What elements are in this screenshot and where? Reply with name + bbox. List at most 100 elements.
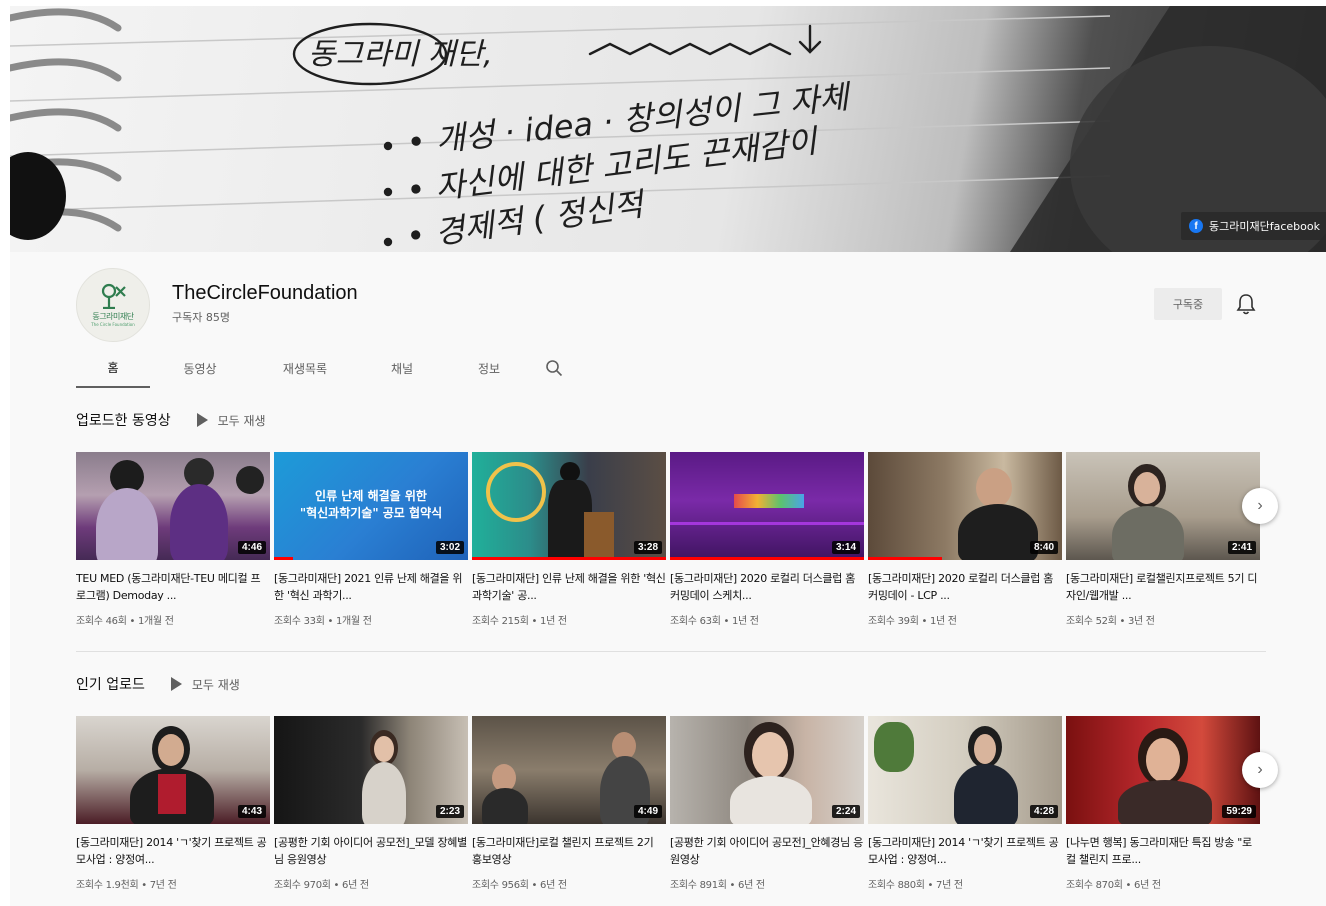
video-title[interactable]: TEU MED (동그라미재단-TEU 메디컬 프로그램) Demoday ..… [76, 570, 270, 604]
video-duration: 4:28 [1029, 805, 1058, 818]
channel-name: TheCircleFoundation [172, 282, 358, 304]
tab-search[interactable] [534, 348, 574, 388]
video-card[interactable]: 4:46 TEU MED (동그라미재단-TEU 메디컬 프로그램) Demod… [76, 452, 270, 627]
shelf-uploads-row: 4:46 TEU MED (동그라미재단-TEU 메디컬 프로그램) Demod… [76, 452, 1266, 642]
video-meta: 조회수 870회 • 6년 전 [1066, 880, 1161, 891]
video-duration: 2:23 [435, 805, 464, 818]
video-meta: 조회수 52회 • 3년 전 [1066, 616, 1155, 627]
video-meta: 조회수 891회 • 6년 전 [670, 880, 765, 891]
video-title[interactable]: [동그라미재단] 2020 로컬리 더스클럽 홈커밍데이 스케치... [670, 570, 864, 604]
shelf-next-button[interactable]: › [1242, 488, 1278, 524]
video-card[interactable]: 2:23 [공평한 기회 아이디어 공모전]_모델 장혜별님 응원영상 조회수 … [274, 716, 468, 891]
circle-logo-icon [101, 283, 126, 309]
video-duration: 4:46 [237, 541, 266, 554]
video-thumbnail[interactable]: 2:24 [670, 716, 864, 824]
play-icon [196, 413, 208, 427]
shelf-next-button[interactable]: › [1242, 752, 1278, 788]
video-thumbnail[interactable]: 3:14 [670, 452, 864, 560]
video-meta: 조회수 215회 • 1년 전 [472, 616, 567, 627]
video-duration: 3:02 [435, 541, 464, 554]
video-duration: 8:40 [1029, 541, 1058, 554]
play-all-label: 모두 재생 [217, 413, 266, 428]
tab-playlists[interactable]: 재생목록 [250, 348, 360, 388]
shelf-title: 인기 업로드 [76, 677, 145, 693]
avatar-logo-text: 동그라미재단 [92, 312, 134, 321]
tab-videos[interactable]: 동영상 [150, 348, 250, 388]
banner-notebook-art: 동그라미 재단, • 개성 · idea · 창의성이 그 자체 • 자신에 대… [10, 6, 1326, 252]
watch-progress-bar [274, 557, 294, 560]
channel-header: 동그라미재단 The Circle Foundation TheCircleFo… [10, 252, 1326, 388]
video-thumbnail[interactable]: 4:46 [76, 452, 270, 560]
video-thumbnail[interactable]: 59:29 [1066, 716, 1260, 824]
video-duration: 2:41 [1227, 541, 1256, 554]
video-thumbnail[interactable]: 4:28 [868, 716, 1062, 824]
video-duration: 4:43 [237, 805, 266, 818]
video-thumbnail[interactable]: 4:49 [472, 716, 666, 824]
video-title[interactable]: [공평한 기회 아이디어 공모전]_안혜경님 응원영상 [670, 834, 864, 868]
video-title[interactable]: [동그라미재단]로컬 챌린지 프로젝트 2기 홍보영상 [472, 834, 666, 868]
video-thumbnail[interactable]: 2:23 [274, 716, 468, 824]
tab-about[interactable]: 정보 [444, 348, 534, 388]
watch-progress-bar [472, 557, 666, 560]
video-duration: 4:49 [633, 805, 662, 818]
video-card[interactable]: 2:41 [동그라미재단] 로컬챌린지프로젝트 5기 디자인/웹개발 ... 조… [1066, 452, 1260, 627]
video-title[interactable]: [나누면 행복] 동그라미재단 특집 방송 "로컬 챌린지 프로... [1066, 834, 1260, 868]
channel-avatar[interactable]: 동그라미재단 The Circle Foundation [76, 268, 150, 342]
search-icon [546, 360, 563, 377]
channel-home-content: 업로드한 동영상 모두 재생 4:46 TEU MED (동그라미재단-TEU … [10, 388, 1326, 906]
play-icon [170, 677, 182, 691]
video-duration: 3:28 [633, 541, 662, 554]
banner-handwriting-line-1: 동그라미 재단, [308, 37, 493, 72]
play-all-button[interactable]: 모두 재생 [170, 676, 240, 693]
video-meta: 조회수 880회 • 7년 전 [868, 880, 963, 891]
bell-icon[interactable] [1235, 292, 1257, 316]
shelf-divider [76, 651, 1266, 652]
video-title[interactable]: [동그라미재단] 2020 로컬리 더스클럽 홈커밍데이 - LCP ... [868, 570, 1062, 604]
tab-home[interactable]: 홈 [76, 348, 150, 388]
video-thumbnail[interactable]: 인류 난제 해결을 위한 "혁신과학기술" 공모 협약식 3:02 [274, 452, 468, 560]
video-title[interactable]: [동그라미재단] 2021 인류 난제 해결을 위한 '혁신 과학기... [274, 570, 468, 604]
play-all-label: 모두 재생 [191, 677, 240, 692]
video-title[interactable]: [동그라미재단] 인류 난제 해결을 위한 '혁신 과학기술' 공... [472, 570, 666, 604]
video-card[interactable]: 4:49 [동그라미재단]로컬 챌린지 프로젝트 2기 홍보영상 조회수 956… [472, 716, 666, 891]
video-card[interactable]: 8:40 [동그라미재단] 2020 로컬리 더스클럽 홈커밍데이 - LCP … [868, 452, 1062, 627]
video-meta: 조회수 39회 • 1년 전 [868, 616, 957, 627]
subscriber-count: 구독자 85명 [172, 311, 230, 324]
facebook-link-badge[interactable]: f 동그라미재단facebook [1181, 212, 1326, 240]
chevron-right-icon: › [1257, 761, 1263, 778]
watch-progress-bar [670, 557, 864, 560]
video-meta: 조회수 33회 • 1개월 전 [274, 616, 372, 627]
video-duration: 59:29 [1222, 805, 1256, 818]
avatar-logo-subtext: The Circle Foundation [91, 322, 135, 327]
video-card[interactable]: 4:43 [동그라미재단] 2014 'ㄱ'찾기 프로젝트 공모사업 : 양정여… [76, 716, 270, 891]
video-title[interactable]: [동그라미재단] 로컬챌린지프로젝트 5기 디자인/웹개발 ... [1066, 570, 1260, 604]
shelf-title: 업로드한 동영상 [76, 413, 171, 429]
video-thumbnail[interactable]: 4:43 [76, 716, 270, 824]
video-title[interactable]: [동그라미재단] 2014 'ㄱ'찾기 프로젝트 공모사업 : 양정여... [868, 834, 1062, 868]
video-duration: 3:14 [831, 541, 860, 554]
subscribed-button[interactable]: 구독중 [1154, 288, 1222, 320]
thumbnail-overlay-line-2: "혁신과학기술" 공모 협약식 [299, 506, 443, 520]
tab-channels[interactable]: 채널 [360, 348, 444, 388]
shelf-popular-header: 인기 업로드 모두 재생 [76, 674, 240, 694]
video-card[interactable]: 4:28 [동그라미재단] 2014 'ㄱ'찾기 프로젝트 공모사업 : 양정여… [868, 716, 1062, 891]
channel-banner: 동그라미 재단, • 개성 · idea · 창의성이 그 자체 • 자신에 대… [10, 6, 1326, 252]
video-card[interactable]: 3:14 [동그라미재단] 2020 로컬리 더스클럽 홈커밍데이 스케치...… [670, 452, 864, 627]
video-thumbnail[interactable]: 8:40 [868, 452, 1062, 560]
shelf-popular-row: 4:43 [동그라미재단] 2014 'ㄱ'찾기 프로젝트 공모사업 : 양정여… [76, 716, 1266, 906]
video-title[interactable]: [동그라미재단] 2014 'ㄱ'찾기 프로젝트 공모사업 : 양정여... [76, 834, 270, 868]
video-meta: 조회수 63회 • 1년 전 [670, 616, 759, 627]
play-all-button[interactable]: 모두 재생 [196, 412, 266, 429]
facebook-link-text: 동그라미재단facebook [1209, 220, 1320, 233]
channel-tabs: 홈 동영상 재생목록 채널 정보 [76, 348, 574, 388]
video-card[interactable]: 3:28 [동그라미재단] 인류 난제 해결을 위한 '혁신 과학기술' 공..… [472, 452, 666, 627]
video-thumbnail[interactable]: 3:28 [472, 452, 666, 560]
video-thumbnail[interactable]: 2:41 [1066, 452, 1260, 560]
video-title[interactable]: [공평한 기회 아이디어 공모전]_모델 장혜별님 응원영상 [274, 834, 468, 868]
video-duration: 2:24 [831, 805, 860, 818]
video-card[interactable]: 2:24 [공평한 기회 아이디어 공모전]_안혜경님 응원영상 조회수 891… [670, 716, 864, 891]
video-meta: 조회수 956회 • 6년 전 [472, 880, 567, 891]
video-card[interactable]: 59:29 [나누면 행복] 동그라미재단 특집 방송 "로컬 챌린지 프로..… [1066, 716, 1260, 891]
chevron-right-icon: › [1257, 497, 1263, 514]
video-card[interactable]: 인류 난제 해결을 위한 "혁신과학기술" 공모 협약식 3:02 [동그라미재… [274, 452, 468, 627]
